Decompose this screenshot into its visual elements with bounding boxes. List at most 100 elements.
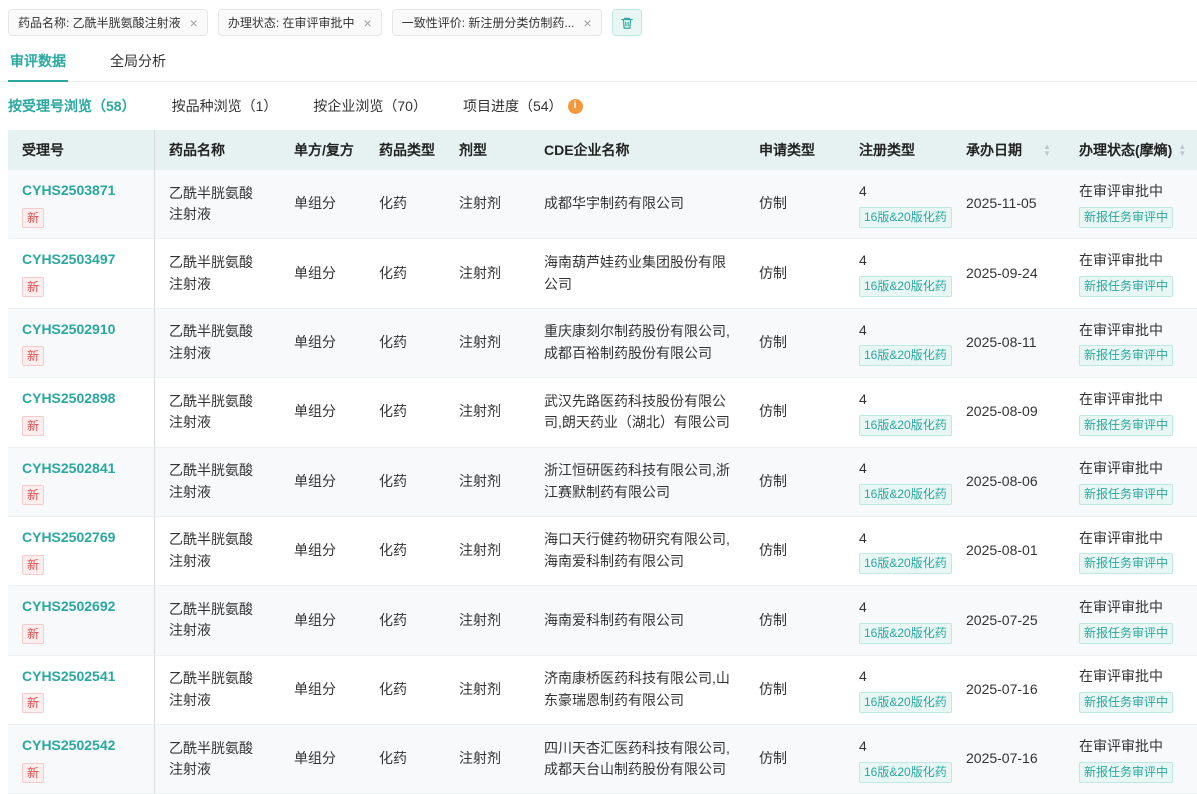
col-header-status-label: 办理状态(摩熵) bbox=[1079, 140, 1172, 160]
new-badge: 新 bbox=[22, 555, 44, 575]
mono-compound-cell: 单组分 bbox=[280, 378, 365, 447]
status-badge: 新报任务审评中 bbox=[1079, 415, 1173, 436]
col-header-handling-date-label: 承办日期 bbox=[966, 140, 1022, 160]
handling-date-cell: 2025-07-25 bbox=[952, 586, 1065, 655]
subnav-by-acceptance-no[interactable]: 按受理号浏览（58） bbox=[8, 96, 136, 116]
table-body: CYHS2503871 新 乙酰半胱氨酸注射液 单组分 化药 注射剂 成都华宇制… bbox=[8, 170, 1197, 794]
dosage-form-cell: 注射剂 bbox=[445, 448, 530, 517]
mono-compound-cell: 单组分 bbox=[280, 309, 365, 378]
mono-compound-cell: 单组分 bbox=[280, 656, 365, 725]
sort-icon[interactable]: ▲ ▼ bbox=[1178, 143, 1186, 157]
acceptance-no-link[interactable]: CYHS2502841 bbox=[22, 458, 140, 480]
registration-type-badge: 16版&20版化药 bbox=[859, 692, 952, 713]
handling-date-cell: 2025-08-09 bbox=[952, 378, 1065, 447]
acceptance-no-cell: CYHS2502769 新 bbox=[8, 517, 155, 586]
acceptance-no-cell: CYHS2502542 新 bbox=[8, 725, 155, 794]
sort-icon[interactable]: ▲ ▼ bbox=[1043, 143, 1051, 157]
acceptance-no-link[interactable]: CYHS2503497 bbox=[22, 249, 140, 271]
table-row: CYHS2502542 新 乙酰半胱氨酸注射液 单组分 化药 注射剂 四川天杏汇… bbox=[8, 725, 1197, 794]
filter-bar: 药品名称: 乙酰半胱氨酸注射液 × 办理状态: 在审评审批中 × 一致性评价: … bbox=[0, 0, 1197, 42]
acceptance-no-link[interactable]: CYHS2503871 bbox=[22, 180, 140, 202]
col-header-drug-type: 药品类型 bbox=[365, 130, 445, 170]
new-badge: 新 bbox=[22, 277, 44, 297]
table-row: CYHS2503871 新 乙酰半胱氨酸注射液 单组分 化药 注射剂 成都华宇制… bbox=[8, 170, 1197, 239]
filter-tag: 一致性评价: 新注册分类仿制药... × bbox=[392, 9, 602, 36]
review-data-table: 受理号 药品名称 单方/复方 药品类型 剂型 CDE企业名称 申请类型 注册类型… bbox=[8, 130, 1197, 794]
acceptance-no-link[interactable]: CYHS2502898 bbox=[22, 388, 140, 410]
table-row: CYHS2502769 新 乙酰半胱氨酸注射液 单组分 化药 注射剂 海口天行健… bbox=[8, 517, 1197, 586]
col-header-status[interactable]: 办理状态(摩熵) ▲ ▼ bbox=[1065, 130, 1197, 170]
filter-tag-label: 一致性评价: 新注册分类仿制药... bbox=[402, 14, 575, 31]
close-icon[interactable]: × bbox=[583, 16, 591, 30]
new-badge: 新 bbox=[22, 485, 44, 505]
tab-global-analysis[interactable]: 全局分析 bbox=[108, 42, 168, 81]
handling-date-cell: 2025-09-24 bbox=[952, 239, 1065, 308]
cde-company-cell: 海口天行健药物研究有限公司,海南爱科制药有限公司 bbox=[530, 517, 745, 586]
col-header-application-type: 申请类型 bbox=[745, 130, 845, 170]
col-header-cde-company: CDE企业名称 bbox=[530, 130, 745, 170]
new-badge: 新 bbox=[22, 763, 44, 783]
filter-tag: 办理状态: 在审评审批中 × bbox=[218, 9, 382, 36]
drug-type-cell: 化药 bbox=[365, 448, 445, 517]
sort-desc-icon[interactable]: ▼ bbox=[1043, 150, 1051, 157]
drug-type-cell: 化药 bbox=[365, 517, 445, 586]
info-icon[interactable]: i bbox=[568, 99, 583, 114]
acceptance-no-cell: CYHS2503497 新 bbox=[8, 239, 155, 308]
drug-type-cell: 化药 bbox=[365, 378, 445, 447]
col-header-registration-type: 注册类型 bbox=[845, 130, 952, 170]
status-cell: 在审评审批中 新报任务审评中 bbox=[1065, 586, 1197, 655]
application-type-cell: 仿制 bbox=[745, 656, 845, 725]
registration-type-badge: 16版&20版化药 bbox=[859, 207, 952, 228]
registration-type-badge: 16版&20版化药 bbox=[859, 276, 952, 297]
cde-company-cell: 四川天杏汇医药科技有限公司,成都天台山制药股份有限公司 bbox=[530, 725, 745, 794]
drug-type-cell: 化药 bbox=[365, 656, 445, 725]
cde-company-cell: 武汉先路医药科技股份有限公司,朗天药业（湖北）有限公司 bbox=[530, 378, 745, 447]
acceptance-no-link[interactable]: CYHS2502542 bbox=[22, 735, 140, 757]
acceptance-no-link[interactable]: CYHS2502910 bbox=[22, 319, 140, 341]
application-type-cell: 仿制 bbox=[745, 517, 845, 586]
col-header-handling-date[interactable]: 承办日期 ▲ ▼ bbox=[952, 130, 1065, 170]
mono-compound-cell: 单组分 bbox=[280, 725, 365, 794]
close-icon[interactable]: × bbox=[364, 16, 372, 30]
filter-tags: 药品名称: 乙酰半胱氨酸注射液 × 办理状态: 在审评审批中 × 一致性评价: … bbox=[8, 9, 602, 36]
sub-nav: 按受理号浏览（58） 按品种浏览（1） 按企业浏览（70） 项目进度（54） i bbox=[0, 82, 1197, 130]
acceptance-no-cell: CYHS2503871 新 bbox=[8, 170, 155, 239]
status-text: 在审评审批中 bbox=[1079, 389, 1183, 411]
registration-type-badge: 16版&20版化药 bbox=[859, 553, 952, 574]
drug-name-cell: 乙酰半胱氨酸注射液 bbox=[155, 309, 280, 378]
application-type-cell: 仿制 bbox=[745, 239, 845, 308]
dosage-form-cell: 注射剂 bbox=[445, 725, 530, 794]
acceptance-no-link[interactable]: CYHS2502541 bbox=[22, 666, 140, 688]
mono-compound-cell: 单组分 bbox=[280, 170, 365, 239]
registration-type-badge: 16版&20版化药 bbox=[859, 623, 952, 644]
acceptance-no-cell: CYHS2502841 新 bbox=[8, 448, 155, 517]
drug-name-cell: 乙酰半胱氨酸注射液 bbox=[155, 378, 280, 447]
registration-type-cell: 4 16版&20版化药 bbox=[845, 448, 952, 517]
drug-type-cell: 化药 bbox=[365, 725, 445, 794]
acceptance-no-cell: CYHS2502898 新 bbox=[8, 378, 155, 447]
subnav-by-variety[interactable]: 按品种浏览（1） bbox=[172, 96, 278, 116]
sort-desc-icon[interactable]: ▼ bbox=[1178, 150, 1186, 157]
acceptance-no-link[interactable]: CYHS2502769 bbox=[22, 527, 140, 549]
tab-review-data[interactable]: 审评数据 bbox=[8, 42, 68, 81]
drug-name-cell: 乙酰半胱氨酸注射液 bbox=[155, 448, 280, 517]
clear-filters-button[interactable] bbox=[612, 9, 642, 36]
close-icon[interactable]: × bbox=[190, 16, 198, 30]
registration-type-value: 4 bbox=[859, 458, 938, 480]
status-badge: 新报任务审评中 bbox=[1079, 692, 1173, 713]
drug-name-cell: 乙酰半胱氨酸注射液 bbox=[155, 586, 280, 655]
subnav-project-progress[interactable]: 项目进度（54） i bbox=[463, 96, 583, 116]
registration-type-cell: 4 16版&20版化药 bbox=[845, 239, 952, 308]
subnav-by-company[interactable]: 按企业浏览（70） bbox=[313, 96, 427, 116]
table-header: 受理号 药品名称 单方/复方 药品类型 剂型 CDE企业名称 申请类型 注册类型… bbox=[8, 130, 1197, 170]
acceptance-no-link[interactable]: CYHS2502692 bbox=[22, 596, 140, 618]
status-cell: 在审评审批中 新报任务审评中 bbox=[1065, 448, 1197, 517]
handling-date-cell: 2025-11-05 bbox=[952, 170, 1065, 239]
status-text: 在审评审批中 bbox=[1079, 528, 1183, 550]
acceptance-no-cell: CYHS2502541 新 bbox=[8, 656, 155, 725]
status-badge: 新报任务审评中 bbox=[1079, 207, 1173, 228]
drug-name-cell: 乙酰半胱氨酸注射液 bbox=[155, 725, 280, 794]
drug-type-cell: 化药 bbox=[365, 309, 445, 378]
handling-date-cell: 2025-07-16 bbox=[952, 725, 1065, 794]
status-badge: 新报任务审评中 bbox=[1079, 276, 1173, 297]
